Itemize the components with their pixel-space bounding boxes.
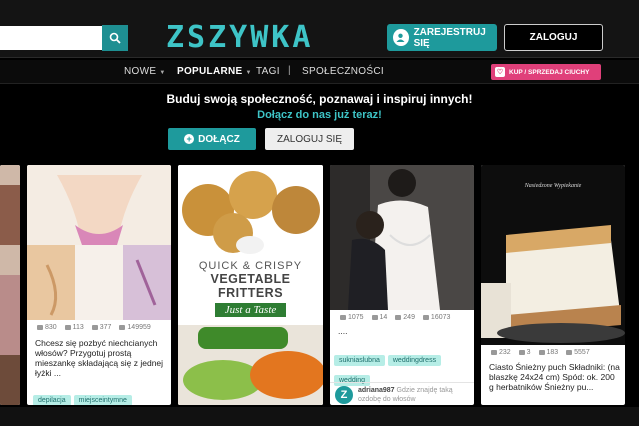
tag[interactable]: weddingdress — [387, 355, 442, 366]
repins-count: 183 — [546, 349, 559, 356]
tag[interactable]: wedding — [334, 375, 371, 386]
avatar[interactable]: Z — [335, 386, 353, 404]
register-button[interactable]: ZAREJESTRUJ SIĘ — [387, 24, 497, 51]
hero-title: Buduj swoją społeczność, poznawaj i insp… — [166, 92, 473, 106]
pin-image — [0, 165, 20, 405]
likes-count: 232 — [499, 349, 511, 356]
hero-login-button[interactable]: ZALOGUJ SIĘ — [265, 128, 354, 150]
pin-image — [481, 165, 625, 345]
likes-count: 1075 — [348, 314, 364, 321]
image-caption: Nasiedzone Wypiekanie — [524, 183, 582, 189]
pin-comment: adriana987 Gdzie znajdę taką ozdobę do w… — [358, 386, 472, 404]
register-label: ZAREJESTRUJ SIĘ — [413, 26, 486, 49]
pin-tags: sukniaslubna weddingdress wedding — [334, 349, 474, 389]
pin-image-caption: QUICK & CRISPY VEGETABLE FRITTERS Just a… — [178, 257, 323, 321]
nav-item-tagi[interactable]: TAGI — [256, 66, 280, 77]
nav-item-spolecznosci[interactable]: SPOŁECZNOŚCI — [302, 66, 384, 77]
likes-count: 830 — [45, 324, 57, 331]
site-logo[interactable]: ZSZYWKA — [166, 20, 313, 55]
tag[interactable]: sukniaslubna — [334, 355, 385, 366]
chevron-down-icon: ▼ — [245, 70, 252, 76]
nav-item-popularne[interactable]: POPULARNE ▼ — [177, 66, 252, 77]
repins-count: 249 — [403, 314, 415, 321]
pin-card[interactable] — [0, 165, 20, 405]
image-text-line3: Just a Taste — [214, 303, 287, 317]
join-button[interactable]: + DOŁĄCZ — [168, 128, 256, 150]
pin-card[interactable]: 1075 14 249 16073 .... sukniaslubna weddi… — [330, 165, 474, 405]
nav-item-nowe[interactable]: NOWE ▼ — [124, 66, 166, 77]
pin-card[interactable]: Nasiedzone Wypiekanie 232 3 183 5557 Cia… — [481, 165, 625, 405]
tag[interactable]: depilacja — [33, 395, 71, 405]
hero-subtitle: Dołącz do nas już teraz! — [257, 109, 382, 121]
pin-image — [27, 165, 171, 320]
divider — [330, 382, 474, 383]
image-text-line1: QUICK & CRISPY — [198, 260, 303, 272]
chevron-down-icon: ▼ — [159, 70, 166, 76]
views-count: 149959 — [127, 324, 151, 331]
plus-icon: + — [184, 134, 195, 144]
login-button[interactable]: ZALOGUJ — [504, 24, 603, 51]
search-button[interactable] — [102, 25, 128, 51]
image-text-line2: VEGETABLE FRITTERS — [210, 272, 291, 300]
pin-description: Chcesz się pozbyć niechcianych włosów? P… — [35, 338, 164, 378]
pin-card[interactable]: QUICK & CRISPY VEGETABLE FRITTERS Just a… — [178, 165, 323, 405]
search-input[interactable] — [0, 26, 102, 50]
pin-stats: 232 3 183 5557 — [491, 349, 596, 356]
views-count: 5557 — [574, 349, 590, 356]
views-count: 16073 — [430, 314, 451, 321]
comments-count: 113 — [72, 324, 84, 331]
pin-tags: depilacja miejsceintymne — [33, 389, 135, 405]
repins-count: 377 — [99, 324, 112, 331]
nav-divider: | — [288, 65, 291, 76]
bottom-bar — [0, 407, 639, 426]
pin-description: .... — [338, 326, 348, 336]
nav-item-label: NOWE — [124, 66, 157, 77]
pin-card[interactable]: 830 113 377 149959 Chcesz się pozbyć nie… — [27, 165, 171, 405]
pin-stats: 1075 14 249 16073 — [340, 314, 456, 321]
comments-count: 3 — [526, 349, 531, 356]
pin-stats: 830 113 377 149959 — [37, 324, 157, 331]
comments-count: 14 — [379, 314, 388, 321]
join-label: DOŁĄCZ — [198, 133, 240, 145]
pin-image — [330, 165, 474, 310]
search-icon — [109, 32, 121, 44]
comment-username[interactable]: adriana987 — [358, 387, 395, 394]
top-header: ZSZYWKA ZAREJESTRUJ SIĘ ZALOGUJ — [0, 0, 639, 58]
nav-item-label: POPULARNE — [177, 66, 243, 77]
sell-label: KUP / SPRZEDAJ CIUCHY — [509, 68, 590, 76]
user-icon — [393, 29, 409, 46]
hanger-icon: ♡ — [495, 67, 505, 77]
tag[interactable]: miejsceintymne — [73, 395, 132, 405]
pin-description: Ciasto Śnieżny puch Składniki: (na blasz… — [489, 362, 620, 392]
sell-clothes-button[interactable]: ♡ KUP / SPRZEDAJ CIUCHY — [491, 64, 601, 80]
